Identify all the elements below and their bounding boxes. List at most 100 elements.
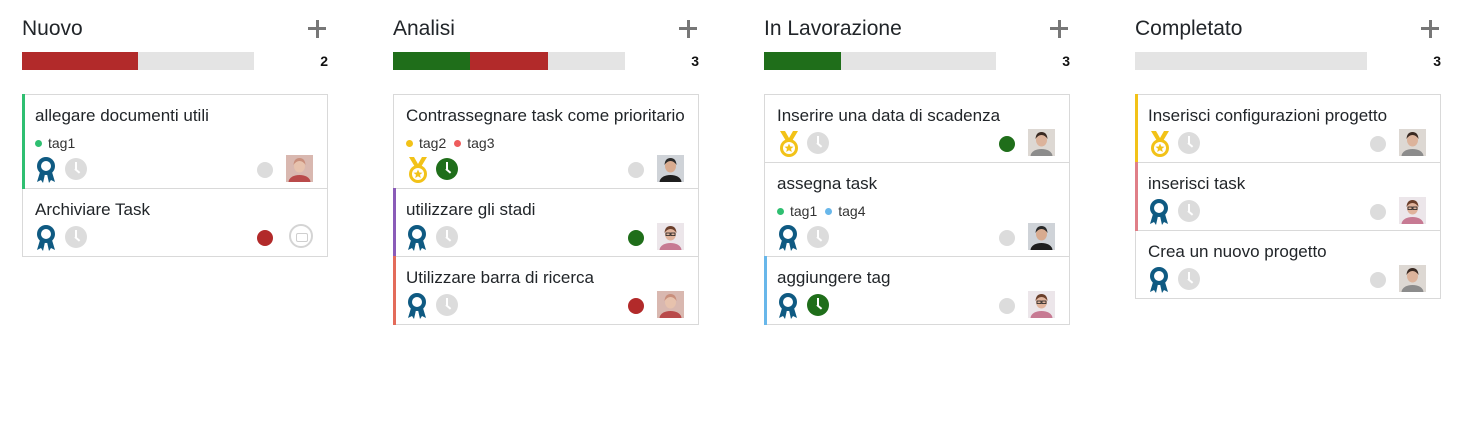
status-dot[interactable] — [257, 230, 273, 246]
deadline-clock-icon[interactable] — [1178, 268, 1200, 290]
column-progress-bar[interactable] — [393, 52, 625, 70]
priority-high-medal-icon[interactable] — [1148, 130, 1170, 158]
deadline-clock-icon[interactable] — [436, 158, 458, 180]
progress-segment[interactable] — [764, 52, 842, 70]
card-title[interactable]: Utilizzare barra di ricerca — [406, 267, 686, 288]
tag[interactable]: tag1 — [777, 203, 817, 219]
deadline-clock-icon[interactable] — [65, 158, 87, 180]
tag[interactable]: tag3 — [454, 135, 495, 151]
progress-segment[interactable] — [393, 52, 471, 70]
status-dot[interactable] — [1370, 136, 1386, 152]
card-title[interactable]: Inserisci configurazioni progetto — [1148, 105, 1428, 126]
status-dot[interactable] — [1370, 204, 1386, 220]
avatar[interactable] — [1399, 129, 1426, 156]
column-title[interactable]: Nuovo — [22, 16, 83, 42]
avatar[interactable] — [1028, 223, 1055, 250]
column-title[interactable]: In Lavorazione — [764, 16, 902, 42]
column-progress-row: 3 — [764, 50, 1070, 70]
task-card[interactable]: utilizzare gli stadi — [393, 188, 698, 257]
card-color-stripe — [393, 256, 396, 325]
deadline-clock-icon[interactable] — [436, 294, 458, 316]
deadline-clock-icon[interactable] — [807, 226, 829, 248]
card-title[interactable]: allegare documenti utili — [35, 105, 315, 126]
deadline-clock-icon[interactable] — [1178, 200, 1200, 222]
tag[interactable]: tag1 — [35, 135, 75, 151]
card-tags: tag1 — [35, 134, 315, 152]
avatar[interactable] — [286, 155, 313, 182]
priority-normal-medal-icon[interactable] — [1148, 266, 1170, 294]
column-title[interactable]: Analisi — [393, 16, 455, 42]
priority-normal-medal-icon[interactable] — [35, 224, 57, 252]
priority-normal-medal-icon[interactable] — [406, 224, 428, 252]
deadline-clock-icon[interactable] — [436, 226, 458, 248]
task-card[interactable]: Crea un nuovo progetto — [1136, 231, 1440, 298]
priority-high-medal-icon[interactable] — [777, 130, 799, 158]
add-card-plus-icon[interactable] — [306, 16, 328, 40]
task-card[interactable]: inserisci task — [1135, 162, 1440, 231]
avatar-placeholder-icon[interactable] — [289, 224, 313, 248]
task-card[interactable]: allegare documenti utili tag1 — [22, 94, 327, 189]
task-card[interactable]: Utilizzare barra di ricerca — [393, 256, 698, 325]
card-color-stripe — [1135, 94, 1138, 163]
column-title[interactable]: Completato — [1135, 16, 1242, 42]
column-progress-row: 3 — [393, 50, 699, 70]
status-dot[interactable] — [999, 136, 1015, 152]
add-card-plus-icon[interactable] — [677, 16, 699, 40]
add-card-plus-icon[interactable] — [1419, 16, 1441, 40]
task-card[interactable]: Inserire una data di scadenza — [765, 95, 1069, 163]
card-title[interactable]: Crea un nuovo progetto — [1148, 241, 1428, 262]
status-dot[interactable] — [628, 298, 644, 314]
card-title[interactable]: aggiungere tag — [777, 267, 1057, 288]
tag[interactable]: tag2 — [406, 135, 446, 151]
avatar[interactable] — [657, 155, 684, 182]
avatar[interactable] — [1399, 197, 1426, 224]
deadline-clock-icon[interactable] — [807, 294, 829, 316]
tag-label: tag1 — [48, 135, 76, 151]
task-card[interactable]: assegna task tag1 tag4 — [765, 163, 1069, 257]
priority-high-medal-icon[interactable] — [406, 156, 428, 184]
deadline-clock-icon[interactable] — [807, 132, 829, 154]
column-progress-bar[interactable] — [764, 52, 996, 70]
status-dot[interactable] — [999, 298, 1015, 314]
priority-normal-medal-icon[interactable] — [777, 224, 799, 252]
avatar[interactable] — [1399, 265, 1426, 292]
avatar[interactable] — [657, 291, 684, 318]
status-dot[interactable] — [257, 162, 273, 178]
card-title[interactable]: inserisci task — [1148, 173, 1428, 194]
card-tags: tag2 tag3 — [406, 134, 686, 152]
status-dot[interactable] — [628, 230, 644, 246]
task-card[interactable]: Contrassegnare task come prioritario tag2… — [394, 95, 698, 189]
priority-normal-medal-icon[interactable] — [35, 156, 57, 184]
card-color-stripe — [1135, 162, 1138, 231]
task-card[interactable]: Inserisci configurazioni progetto — [1135, 94, 1440, 163]
task-card[interactable]: aggiungere tag — [764, 256, 1069, 325]
tag[interactable]: tag4 — [825, 203, 866, 219]
priority-normal-medal-icon[interactable] — [777, 292, 799, 320]
avatar[interactable] — [657, 223, 684, 250]
column-progress-bar[interactable] — [1135, 52, 1367, 70]
card-color-stripe — [764, 256, 767, 325]
tag-label: tag4 — [838, 203, 866, 219]
add-card-plus-icon[interactable] — [1048, 16, 1070, 40]
card-title[interactable]: utilizzare gli stadi — [406, 199, 686, 220]
card-title[interactable]: Contrassegnare task come prioritario — [406, 105, 686, 126]
card-tags: tag1 tag4 — [777, 202, 1057, 220]
progress-segment[interactable] — [22, 52, 138, 70]
status-dot[interactable] — [999, 230, 1015, 246]
card-title[interactable]: Archiviare Task — [35, 199, 315, 220]
status-dot[interactable] — [628, 162, 644, 178]
card-list: Contrassegnare task come prioritario tag2… — [393, 94, 699, 325]
avatar[interactable] — [1028, 129, 1055, 156]
status-dot[interactable] — [1370, 272, 1386, 288]
deadline-clock-icon[interactable] — [65, 226, 87, 248]
progress-segment[interactable] — [470, 52, 548, 70]
avatar[interactable] — [1028, 291, 1055, 318]
tag-dot-icon — [454, 139, 462, 147]
card-title[interactable]: Inserire una data di scadenza — [777, 105, 1057, 126]
card-title[interactable]: assegna task — [777, 173, 1057, 194]
deadline-clock-icon[interactable] — [1178, 132, 1200, 154]
priority-normal-medal-icon[interactable] — [406, 292, 428, 320]
column-progress-bar[interactable] — [22, 52, 254, 70]
priority-normal-medal-icon[interactable] — [1148, 198, 1170, 226]
task-card[interactable]: Archiviare Task — [23, 189, 327, 256]
